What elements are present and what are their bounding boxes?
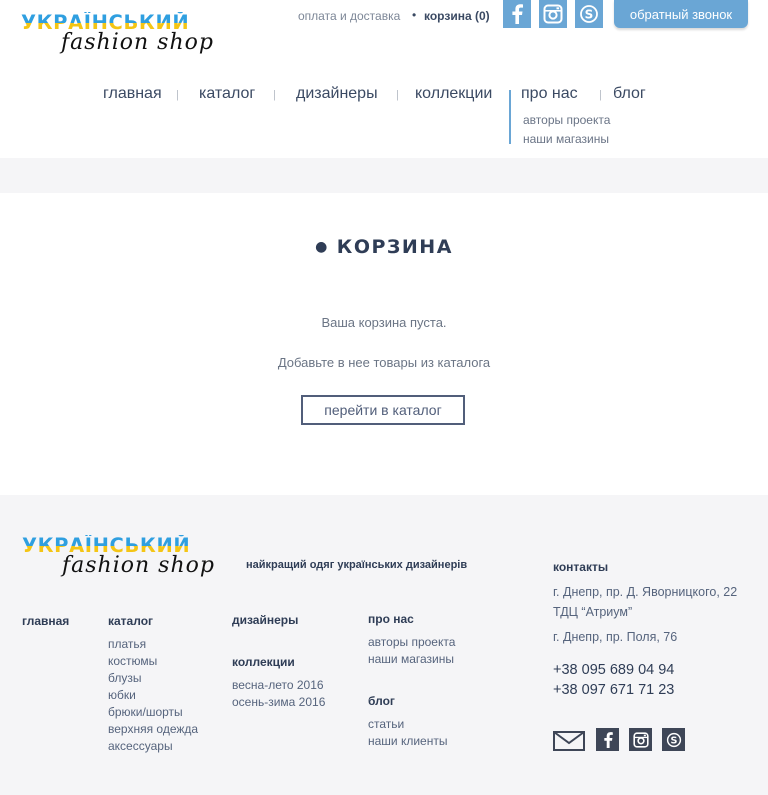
- skype-icon[interactable]: S: [662, 728, 685, 751]
- footer-about-list: авторы проекта наши магазины: [368, 634, 455, 668]
- footer-catalog-list: платья костюмы блузы юбки брюки/шорты ве…: [108, 636, 198, 755]
- title-bullet: ●: [315, 239, 329, 255]
- nav-collections[interactable]: коллекции: [415, 85, 492, 103]
- footer-link-outerwear[interactable]: верхняя одежда: [108, 722, 198, 736]
- nav-separator: |: [273, 89, 276, 101]
- footer-slogan: найкращий одяг українських дизайнерів: [246, 559, 468, 571]
- nav-catalog[interactable]: каталог: [199, 85, 255, 103]
- footer-heading-contacts: контакты: [553, 560, 609, 574]
- facebook-icon[interactable]: [596, 728, 619, 751]
- footer-link-dresses[interactable]: платья: [108, 637, 146, 651]
- footer-blog-list: статьи наши клиенты: [368, 716, 447, 750]
- instagram-icon[interactable]: [539, 0, 567, 28]
- footer-address-2: г. Днепр, пр. Поля, 76: [553, 630, 678, 644]
- instagram-icon[interactable]: [629, 728, 652, 751]
- footer-link-blouses[interactable]: блузы: [108, 671, 141, 685]
- mail-icon[interactable]: [553, 731, 585, 755]
- footer-link-stores[interactable]: наши магазины: [368, 652, 454, 666]
- page-title-text: КОРЗИНА: [336, 236, 453, 258]
- cart-link[interactable]: корзина (0): [424, 9, 490, 23]
- submenu-item-authors[interactable]: авторы проекта: [523, 113, 610, 127]
- cart-hint-message: Добавьте в нее товары из каталога: [277, 355, 491, 370]
- footer-link-skirts[interactable]: юбки: [108, 688, 136, 702]
- footer-link-accessories[interactable]: аксессуары: [108, 739, 173, 753]
- nav-about[interactable]: про нас: [521, 85, 578, 103]
- footer-link-clients[interactable]: наши клиенты: [368, 734, 447, 748]
- nav-separator: |: [599, 89, 602, 101]
- footer-heading-catalog[interactable]: каталог: [108, 614, 153, 628]
- nav-separator: |: [396, 89, 399, 101]
- footer-link-authors[interactable]: авторы проекта: [368, 635, 455, 649]
- go-to-catalog-button[interactable]: перейти в каталог: [301, 395, 465, 425]
- submenu-item-stores[interactable]: наши магазины: [523, 132, 609, 146]
- breadcrumb-strip: [0, 158, 768, 193]
- svg-text:S: S: [670, 735, 677, 746]
- footer-link-autumn-winter[interactable]: осень-зима 2016: [232, 695, 325, 709]
- footer-link-home[interactable]: главная: [22, 614, 69, 628]
- submenu-accent-bar: [509, 90, 511, 144]
- footer-heading-designers[interactable]: дизайнеры: [232, 613, 298, 627]
- footer-phone-1[interactable]: +38 095 689 04 94: [553, 662, 674, 678]
- footer-link-articles[interactable]: статьи: [368, 717, 404, 731]
- footer-heading-collections[interactable]: коллекции: [232, 655, 295, 669]
- page-title: ● КОРЗИНА: [0, 236, 768, 258]
- callback-button[interactable]: обратный звонок: [614, 0, 748, 28]
- header-dot-separator: •: [412, 8, 417, 22]
- footer-heading-about[interactable]: про нас: [368, 612, 414, 626]
- logo-text-bottom: fashion shop: [61, 30, 214, 55]
- facebook-icon[interactable]: [503, 0, 531, 28]
- footer-link-suits[interactable]: костюмы: [108, 654, 157, 668]
- nav-blog[interactable]: блог: [613, 85, 646, 103]
- footer-logo[interactable]: УКРАЇНСЬКИЙ fashion shop: [22, 535, 222, 583]
- delivery-link[interactable]: оплата и доставка: [298, 9, 400, 23]
- logo[interactable]: УКРАЇНСЬКИЙ fashion shop: [21, 12, 221, 60]
- skype-icon[interactable]: S: [575, 0, 603, 28]
- footer-link-spring-summer[interactable]: весна-лето 2016: [232, 678, 324, 692]
- footer-link-trousers[interactable]: брюки/шорты: [108, 705, 183, 719]
- nav-separator: |: [176, 89, 179, 101]
- footer-address: г. Днепр, пр. Д. Яворницкого, 22 ТДЦ “Ат…: [553, 585, 738, 619]
- footer-heading-blog[interactable]: блог: [368, 694, 395, 708]
- nav-home[interactable]: главная: [103, 85, 162, 103]
- svg-text:S: S: [585, 8, 594, 22]
- nav-designers[interactable]: дизайнеры: [296, 85, 378, 103]
- footer-phone-2[interactable]: +38 097 671 71 23: [553, 682, 674, 698]
- footer-collections-list: весна-лето 2016 осень-зима 2016: [232, 677, 325, 711]
- cart-empty-message: Ваша корзина пуста.: [321, 315, 447, 330]
- logo-text-bottom: fashion shop: [62, 553, 215, 578]
